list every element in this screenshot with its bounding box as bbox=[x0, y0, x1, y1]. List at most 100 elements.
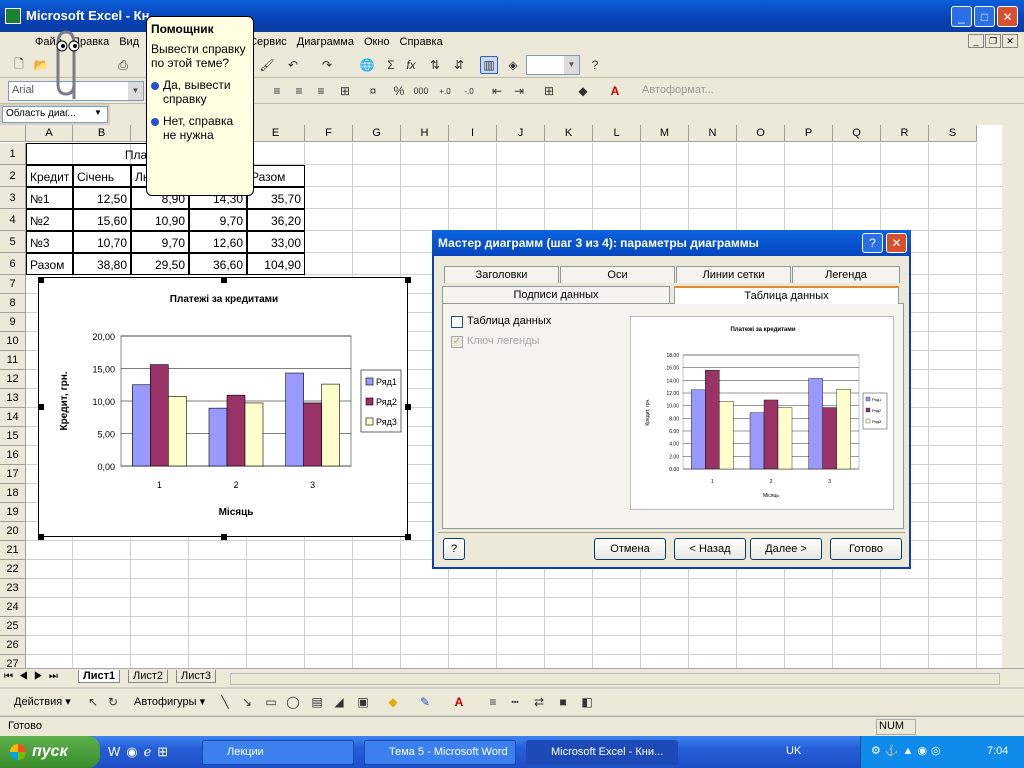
column-header[interactable]: F bbox=[305, 125, 353, 142]
table-header-cell[interactable]: Кредит bbox=[26, 165, 73, 187]
table-cell[interactable]: 35,70 bbox=[247, 187, 305, 209]
chart-bar[interactable] bbox=[150, 364, 169, 467]
table-header-cell[interactable]: Січень bbox=[73, 165, 131, 187]
column-header[interactable]: R bbox=[881, 125, 929, 142]
arrow-style-icon[interactable]: ⇄ bbox=[530, 693, 548, 711]
table-cell[interactable]: 12,50 bbox=[73, 187, 131, 209]
table-cell[interactable]: 33,00 bbox=[247, 231, 305, 253]
column-header[interactable]: Q bbox=[833, 125, 881, 142]
3d-icon[interactable]: ◧ bbox=[578, 693, 596, 711]
task-word[interactable]: Тема 5 - Microsoft Word bbox=[364, 740, 516, 765]
column-header[interactable]: L bbox=[593, 125, 641, 142]
table-cell[interactable]: 38,80 bbox=[73, 253, 131, 275]
row-header[interactable]: 2 bbox=[0, 165, 26, 187]
data-table-checkbox[interactable] bbox=[451, 316, 463, 328]
column-header[interactable]: P bbox=[785, 125, 833, 142]
chart-bar[interactable] bbox=[244, 402, 264, 467]
chart-bar[interactable] bbox=[168, 396, 187, 467]
column-header[interactable]: S bbox=[929, 125, 977, 142]
row-header[interactable]: 8 bbox=[0, 294, 26, 313]
decrease-indent-icon[interactable]: ⇤ bbox=[488, 82, 506, 100]
excel-app-icon[interactable] bbox=[5, 8, 21, 24]
line-color-icon[interactable]: ✎ bbox=[416, 693, 434, 711]
align-center-icon[interactable]: ≡ bbox=[290, 82, 308, 100]
print-icon[interactable]: ⎙ bbox=[114, 56, 132, 74]
resize-handle[interactable] bbox=[405, 277, 411, 283]
tab-row2-0[interactable]: Подписи данных bbox=[442, 286, 670, 303]
column-header[interactable]: E bbox=[247, 125, 305, 142]
autoformat-button[interactable]: Автоформат... bbox=[642, 84, 714, 96]
resize-handle[interactable] bbox=[405, 404, 411, 410]
font-color-icon[interactable]: A bbox=[606, 82, 624, 100]
resize-handle[interactable] bbox=[221, 277, 227, 283]
column-header[interactable]: B bbox=[73, 125, 131, 142]
autoshapes-menu[interactable]: Автофигуры ▾ bbox=[134, 695, 205, 708]
tab-2[interactable]: Линии сетки bbox=[676, 266, 791, 283]
line-style-icon[interactable]: ≡ bbox=[484, 693, 502, 711]
row-header[interactable]: 9 bbox=[0, 313, 26, 332]
sheet-nav-icons[interactable]: ⏮◀▶⏭ bbox=[4, 671, 64, 682]
row-header[interactable]: 24 bbox=[0, 598, 26, 617]
rotate-icon[interactable]: ↻ bbox=[104, 693, 122, 711]
currency-icon[interactable]: ¤ bbox=[364, 82, 382, 100]
menu-item-7[interactable]: Окно bbox=[359, 36, 395, 48]
drawing-icon[interactable]: ◈ bbox=[504, 56, 522, 74]
row-header[interactable]: 10 bbox=[0, 332, 26, 351]
sheet-tab-1[interactable]: Лист1 bbox=[78, 670, 121, 683]
borders-icon[interactable]: ⊞ bbox=[540, 82, 558, 100]
row-header[interactable]: 22 bbox=[0, 560, 26, 579]
column-header[interactable]: G bbox=[353, 125, 401, 142]
chart-wizard-icon[interactable]: ▥ bbox=[480, 56, 498, 74]
column-header[interactable]: A bbox=[26, 125, 73, 142]
table-cell[interactable]: 29,50 bbox=[131, 253, 189, 275]
tab-row2-1[interactable]: Таблица данных bbox=[674, 286, 899, 304]
undo-icon[interactable]: ↶ bbox=[284, 56, 302, 74]
dash-style-icon[interactable]: ┅ bbox=[506, 693, 524, 711]
row-header[interactable]: 18 bbox=[0, 484, 26, 503]
task-excel[interactable]: Microsoft Excel - Кни... bbox=[526, 740, 678, 765]
name-box-dropdown-icon[interactable]: ▼ bbox=[94, 108, 102, 117]
new-file-icon[interactable]: 🗋 bbox=[10, 56, 28, 74]
row-header[interactable]: 25 bbox=[0, 617, 26, 636]
row-header[interactable]: 6 bbox=[0, 253, 26, 275]
format-painter-icon[interactable]: 🖌 bbox=[258, 56, 276, 74]
dialog-close-button[interactable]: ✕ bbox=[886, 233, 907, 253]
table-cell[interactable]: 9,70 bbox=[131, 231, 189, 253]
select-all-corner[interactable] bbox=[0, 125, 26, 142]
maximize-button[interactable]: □ bbox=[974, 6, 995, 27]
column-header[interactable]: H bbox=[401, 125, 449, 142]
dialog-help-button[interactable]: ? bbox=[862, 233, 883, 253]
row-header[interactable]: 5 bbox=[0, 231, 26, 253]
table-cell[interactable]: 12,60 bbox=[189, 231, 247, 253]
row-header[interactable]: 17 bbox=[0, 465, 26, 484]
sort-descending-icon[interactable]: ⇵ bbox=[450, 56, 468, 74]
row-header[interactable]: 7 bbox=[0, 275, 26, 294]
sort-ascending-icon[interactable]: ⇅ bbox=[426, 56, 444, 74]
chart-bar[interactable] bbox=[303, 402, 322, 467]
zoom-combo[interactable]: ▼ bbox=[526, 55, 580, 75]
chart-bar[interactable] bbox=[226, 394, 246, 467]
chart-bar[interactable] bbox=[321, 383, 340, 467]
finish-button[interactable]: Готово bbox=[830, 538, 902, 560]
shadow-icon[interactable]: ■ bbox=[554, 693, 572, 711]
row-header[interactable]: 19 bbox=[0, 503, 26, 522]
task-folder[interactable]: Лекции bbox=[202, 740, 354, 765]
row-header[interactable]: 12 bbox=[0, 370, 26, 389]
table-cell[interactable]: 36,60 bbox=[189, 253, 247, 275]
fill-color-draw-icon[interactable]: ◆ bbox=[384, 693, 402, 711]
column-header[interactable]: M bbox=[641, 125, 689, 142]
menu-item-2[interactable]: Вид bbox=[114, 36, 144, 48]
table-cell[interactable]: Разом bbox=[26, 253, 73, 275]
row-header[interactable]: 3 bbox=[0, 187, 26, 209]
assistant-option-yes[interactable]: Да, вывести справку bbox=[151, 78, 249, 106]
autosum-icon[interactable]: Σ bbox=[382, 56, 400, 74]
row-header[interactable]: 16 bbox=[0, 446, 26, 465]
minimize-button[interactable]: _ bbox=[951, 6, 972, 27]
quick-launch-icons[interactable]: W◉ℯ⊞ bbox=[108, 744, 174, 760]
redo-icon[interactable]: ↷ bbox=[318, 56, 336, 74]
resize-handle[interactable] bbox=[405, 534, 411, 540]
hyperlink-icon[interactable]: 🌐 bbox=[358, 56, 376, 74]
table-cell[interactable]: 10,90 bbox=[131, 209, 189, 231]
textbox-icon[interactable]: ▤ bbox=[308, 693, 326, 711]
name-box[interactable]: Область диаг... bbox=[2, 106, 108, 123]
